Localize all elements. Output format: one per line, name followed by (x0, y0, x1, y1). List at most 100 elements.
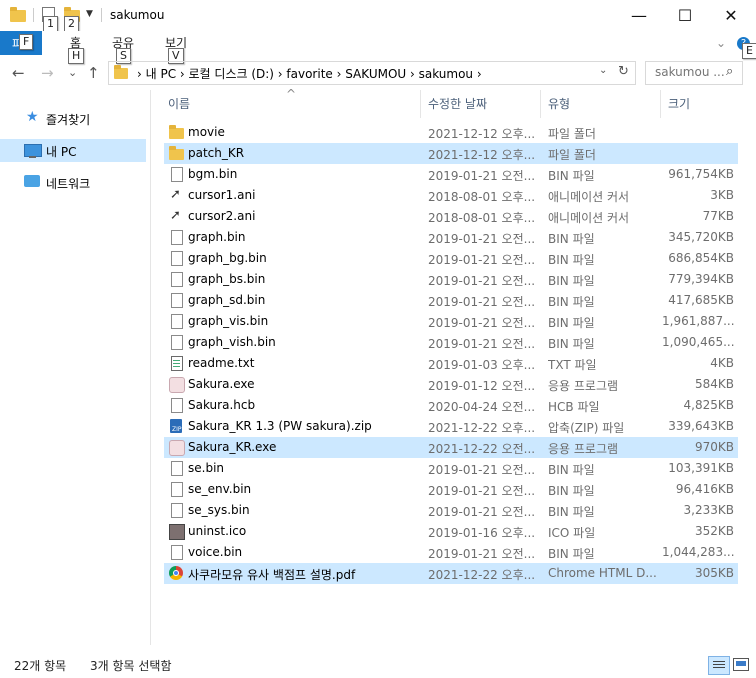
file-row[interactable]: graph_sd.bin 2019-01-21 오전... BIN 파일 417,68… (164, 290, 738, 311)
expand-ribbon-icon[interactable]: ⌄ (716, 36, 726, 50)
star-icon: ★ (26, 109, 39, 125)
file-icon (169, 251, 184, 266)
status-bar: 22개 항목 3개 항목 선택함 (0, 652, 756, 678)
file-row[interactable]: ZIP Sakura_KR 1.3 (PW sakura).zip 2021-12-… (164, 416, 738, 437)
search-icon[interactable]: ⌕ (726, 64, 733, 79)
address-row: ← → ⌄ ↑ › 내 PC › 로컬 디스크 (D:) › favorite … (0, 58, 756, 90)
file-date: 2019-01-12 오전... (428, 379, 536, 393)
file-row[interactable]: se_sys.bin 2019-01-21 오전... BIN 파일 3,233KB (164, 500, 738, 521)
zip-icon: ZIP (169, 419, 184, 434)
file-row[interactable]: graph_vis.bin 2019-01-21 오전... BIN 파일 1,961… (164, 311, 738, 332)
item-count: 22개 항목 (14, 659, 67, 673)
file-row[interactable]: graph_vish.bin 2019-01-21 오전... BIN 파일 1,09… (164, 332, 738, 353)
column-divider[interactable] (660, 90, 661, 118)
file-row[interactable]: patch_KR 2021-12-12 오후... 파일 폴더 (164, 143, 738, 164)
file-type: BIN 파일 (548, 295, 595, 309)
close-button[interactable]: ✕ (708, 0, 754, 31)
folder-icon (169, 125, 184, 140)
address-dropdown-icon[interactable]: ⌄ (599, 65, 607, 76)
file-size: 77KB (702, 209, 734, 223)
customize-qa-icon[interactable]: ▼ (86, 9, 93, 19)
file-size: 96,416KB (675, 482, 734, 496)
window-title: sakumou (110, 8, 165, 22)
file-name: movie (188, 125, 225, 139)
file-row[interactable]: uninst.ico 2019-01-16 오후... ICO 파일 352KB (164, 521, 738, 542)
file-size: 352KB (694, 524, 734, 538)
minimize-button[interactable]: — (616, 0, 662, 31)
file-date: 2019-01-21 오전... (428, 547, 536, 561)
file-date: 2019-01-21 오전... (428, 484, 536, 498)
file-type: BIN 파일 (548, 463, 595, 477)
breadcrumb[interactable]: › 내 PC › 로컬 디스크 (D:) › favorite › SAKUMO… (137, 65, 482, 82)
file-row[interactable]: graph_bs.bin 2019-01-21 오전... BIN 파일 779,39… (164, 269, 738, 290)
file-date: 2019-01-21 오전... (428, 253, 536, 267)
app-icon (169, 377, 185, 393)
file-row[interactable]: movie 2021-12-12 오후... 파일 폴더 (164, 122, 738, 143)
file-row[interactable]: se_env.bin 2019-01-21 오전... BIN 파일 96,416KB (164, 479, 738, 500)
nav-item-this-pc[interactable]: 내 PC (0, 139, 146, 162)
recent-locations-button[interactable]: ⌄ (68, 66, 77, 79)
file-size: 686,854KB (668, 251, 734, 265)
file-row[interactable]: se.bin 2019-01-21 오전... BIN 파일 103,391KB (164, 458, 738, 479)
file-type: 파일 폴더 (548, 148, 596, 162)
file-type: BIN 파일 (548, 232, 595, 246)
search-box[interactable]: ⌕ (645, 61, 743, 85)
file-date: 2019-01-03 오후... (428, 358, 536, 372)
column-divider[interactable] (540, 90, 541, 118)
file-row[interactable]: ➚ cursor1.ani 2018-08-01 오후... 애니메이션 커서 3KB (164, 185, 738, 206)
file-icon (169, 314, 184, 329)
file-row[interactable]: 사쿠라모유 유사 백점프 설명.pdf 2021-12-22 오후... Chrom… (164, 563, 738, 584)
column-header-date[interactable]: 수정한 날짜 (428, 95, 487, 112)
file-icon (169, 503, 184, 518)
maximize-button[interactable]: ☐ (662, 0, 708, 31)
column-header-type[interactable]: 유형 (548, 95, 570, 112)
refresh-button[interactable]: ↻ (618, 64, 629, 79)
file-type: BIN 파일 (548, 505, 595, 519)
file-row[interactable]: graph_bg.bin 2019-01-21 오전... BIN 파일 686,85… (164, 248, 738, 269)
file-row[interactable]: graph.bin 2019-01-21 오전... BIN 파일 345,720KB (164, 227, 738, 248)
up-button[interactable]: ↑ (87, 64, 100, 82)
file-row[interactable]: Sakura_KR.exe 2021-12-22 오전... 응용 프로그램 970K… (164, 437, 738, 458)
address-bar[interactable]: › 내 PC › 로컬 디스크 (D:) › favorite › SAKUMO… (108, 61, 636, 85)
file-icon (169, 545, 184, 560)
selected-count: 3개 항목 선택함 (90, 659, 172, 673)
file-name: bgm.bin (188, 167, 238, 181)
file-row[interactable]: voice.bin 2019-01-21 오전... BIN 파일 1,044,283… (164, 542, 738, 563)
file-row[interactable]: ➚ cursor2.ani 2018-08-01 오후... 애니메이션 커서 77KB (164, 206, 738, 227)
file-row[interactable]: readme.txt 2019-01-03 오후... TXT 파일 4KB (164, 353, 738, 374)
keytip-help: E (742, 43, 756, 59)
nav-item-label: 즐겨찾기 (46, 113, 91, 127)
column-divider[interactable] (420, 90, 421, 118)
file-row[interactable]: Sakura.hcb 2020-04-24 오전... HCB 파일 4,825KB (164, 395, 738, 416)
file-row[interactable]: Sakura.exe 2019-01-12 오전... 응용 프로그램 584KB (164, 374, 738, 395)
file-name: patch_KR (188, 146, 245, 160)
forward-button[interactable]: → (41, 64, 54, 82)
nav-item-label: 내 PC (46, 145, 77, 159)
file-type: Chrome HTML D... (548, 566, 657, 580)
file-name: uninst.ico (188, 524, 247, 538)
file-date: 2019-01-21 오전... (428, 316, 536, 330)
large-icons-view-button[interactable] (733, 658, 749, 671)
file-name: cursor2.ani (188, 209, 256, 223)
file-row[interactable]: bgm.bin 2019-01-21 오전... BIN 파일 961,754KB (164, 164, 738, 185)
column-header-size[interactable]: 크기 (668, 95, 690, 112)
file-icon (169, 335, 184, 350)
folder-icon (169, 146, 184, 161)
file-name: Sakura_KR 1.3 (PW sakura).zip (188, 419, 372, 433)
file-size: 4,825KB (683, 398, 734, 412)
file-type: BIN 파일 (548, 253, 595, 267)
file-type: BIN 파일 (548, 169, 595, 183)
column-header-name[interactable]: 이름 (168, 95, 190, 112)
back-button[interactable]: ← (12, 64, 25, 82)
nav-item-quick-access[interactable]: ★ 즐겨찾기 (0, 107, 146, 130)
nav-item-network[interactable]: 네트워크 (0, 171, 146, 194)
file-icon (169, 461, 184, 476)
file-type: BIN 파일 (548, 484, 595, 498)
file-date: 2020-04-24 오전... (428, 400, 536, 414)
file-size: 3KB (710, 188, 734, 202)
search-input[interactable] (655, 65, 725, 79)
file-date: 2021-12-12 오후... (428, 148, 536, 162)
details-view-button[interactable] (708, 656, 730, 675)
file-size: 970KB (694, 440, 734, 454)
file-date: 2021-12-12 오후... (428, 127, 536, 141)
